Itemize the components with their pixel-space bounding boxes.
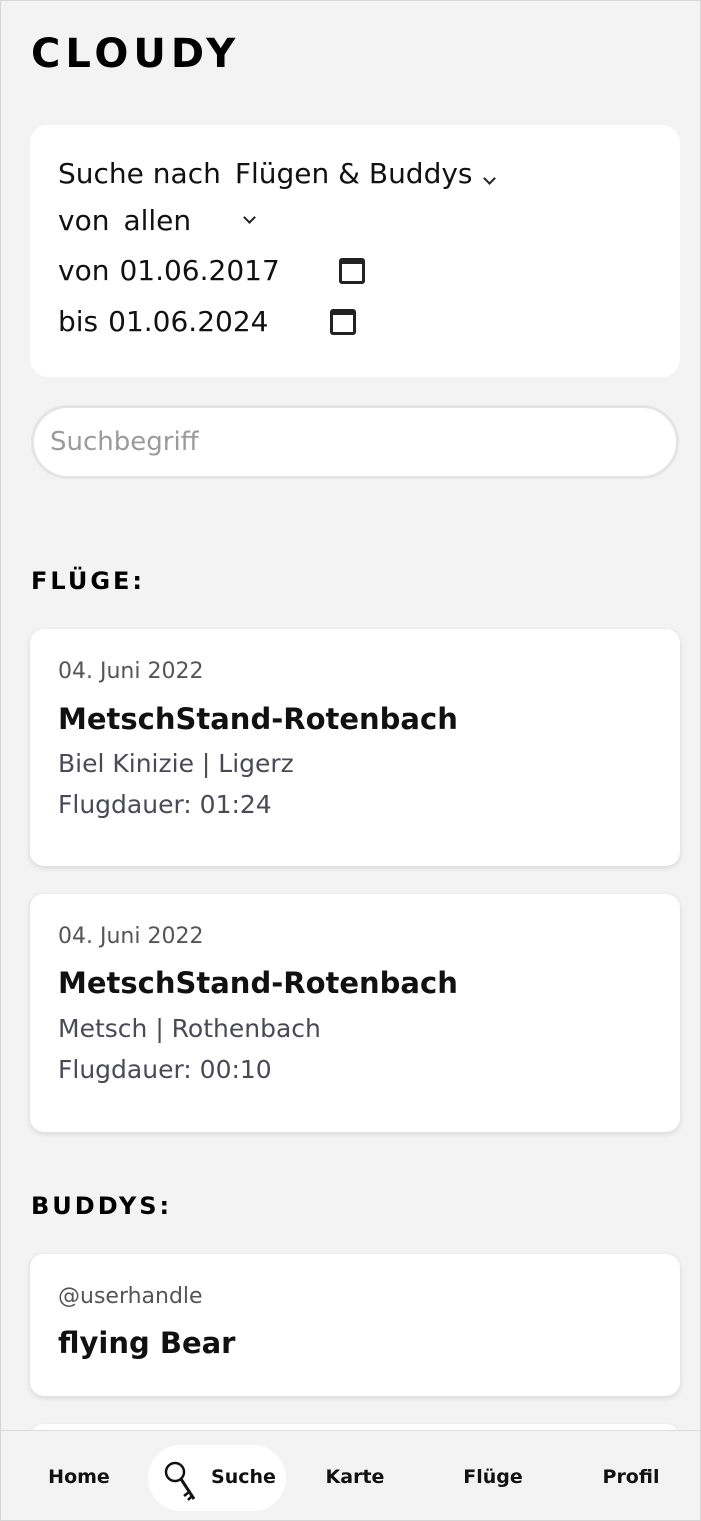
buddies-heading: BUDDYS: bbox=[31, 1192, 173, 1220]
date-from-label: von bbox=[58, 254, 110, 287]
key-icon bbox=[164, 1461, 196, 1501]
nav-item-search[interactable]: Suche bbox=[201, 1431, 286, 1520]
flights-heading: FLÜGE: bbox=[31, 567, 146, 595]
flight-card[interactable]: 04. Juni 2022 MetschStand-Rotenbach Mets… bbox=[30, 894, 680, 1132]
chevron-down-icon bbox=[243, 211, 257, 224]
source-filter-row: von allen bbox=[58, 204, 257, 237]
flight-date: 04. Juni 2022 bbox=[58, 924, 204, 949]
date-from-row: von 01.06.2017 bbox=[58, 254, 366, 287]
search-type-row: Suche nach Flügen & Buddys bbox=[58, 157, 496, 190]
search-input[interactable] bbox=[50, 427, 660, 457]
search-type-value: Flügen & Buddys bbox=[234, 157, 473, 190]
flight-title: MetschStand-Rotenbach bbox=[58, 702, 458, 736]
search-filter-card: Suche nach Flügen & Buddys von allen von… bbox=[30, 125, 680, 377]
flight-date: 04. Juni 2022 bbox=[58, 659, 204, 684]
nav-item-map[interactable]: Karte bbox=[305, 1431, 405, 1520]
nav-item-home[interactable]: Home bbox=[29, 1431, 129, 1520]
calendar-icon[interactable] bbox=[330, 308, 357, 335]
bottom-navigation: Home Suche Karte Flüge Profil bbox=[1, 1430, 700, 1520]
date-to-row: bis 01.06.2024 bbox=[58, 305, 357, 338]
date-to-label: bis bbox=[58, 305, 99, 338]
app-screen: CLOUDY Suche nach Flügen & Buddys von al… bbox=[0, 0, 701, 1521]
nav-item-flights[interactable]: Flüge bbox=[443, 1431, 543, 1520]
search-field bbox=[31, 405, 679, 479]
source-filter-select[interactable]: allen bbox=[123, 204, 257, 237]
flight-route: Biel Kinizie | Ligerz bbox=[58, 749, 294, 778]
chevron-down-icon bbox=[482, 172, 496, 185]
flight-title: MetschStand-Rotenbach bbox=[58, 966, 458, 1000]
date-from-field[interactable]: 01.06.2017 bbox=[119, 254, 339, 287]
flight-duration: Flugdauer: 01:24 bbox=[58, 790, 272, 819]
search-type-select[interactable]: Flügen & Buddys bbox=[234, 157, 496, 190]
buddy-card[interactable]: @userhandle flying Bear bbox=[30, 1254, 680, 1396]
calendar-icon[interactable] bbox=[339, 257, 366, 284]
source-filter-label: von bbox=[58, 204, 110, 237]
nav-item-profile[interactable]: Profil bbox=[581, 1431, 681, 1520]
source-filter-value: allen bbox=[123, 204, 192, 237]
flight-route: Metsch | Rothenbach bbox=[58, 1014, 321, 1043]
flight-duration: Flugdauer: 00:10 bbox=[58, 1055, 272, 1084]
app-title: CLOUDY bbox=[31, 31, 241, 77]
flight-card[interactable]: 04. Juni 2022 MetschStand-Rotenbach Biel… bbox=[30, 629, 680, 866]
buddy-name: flying Bear bbox=[58, 1326, 236, 1360]
buddy-handle: @userhandle bbox=[58, 1284, 203, 1309]
search-type-label: Suche nach bbox=[58, 157, 221, 190]
date-to-field[interactable]: 01.06.2024 bbox=[108, 305, 330, 338]
